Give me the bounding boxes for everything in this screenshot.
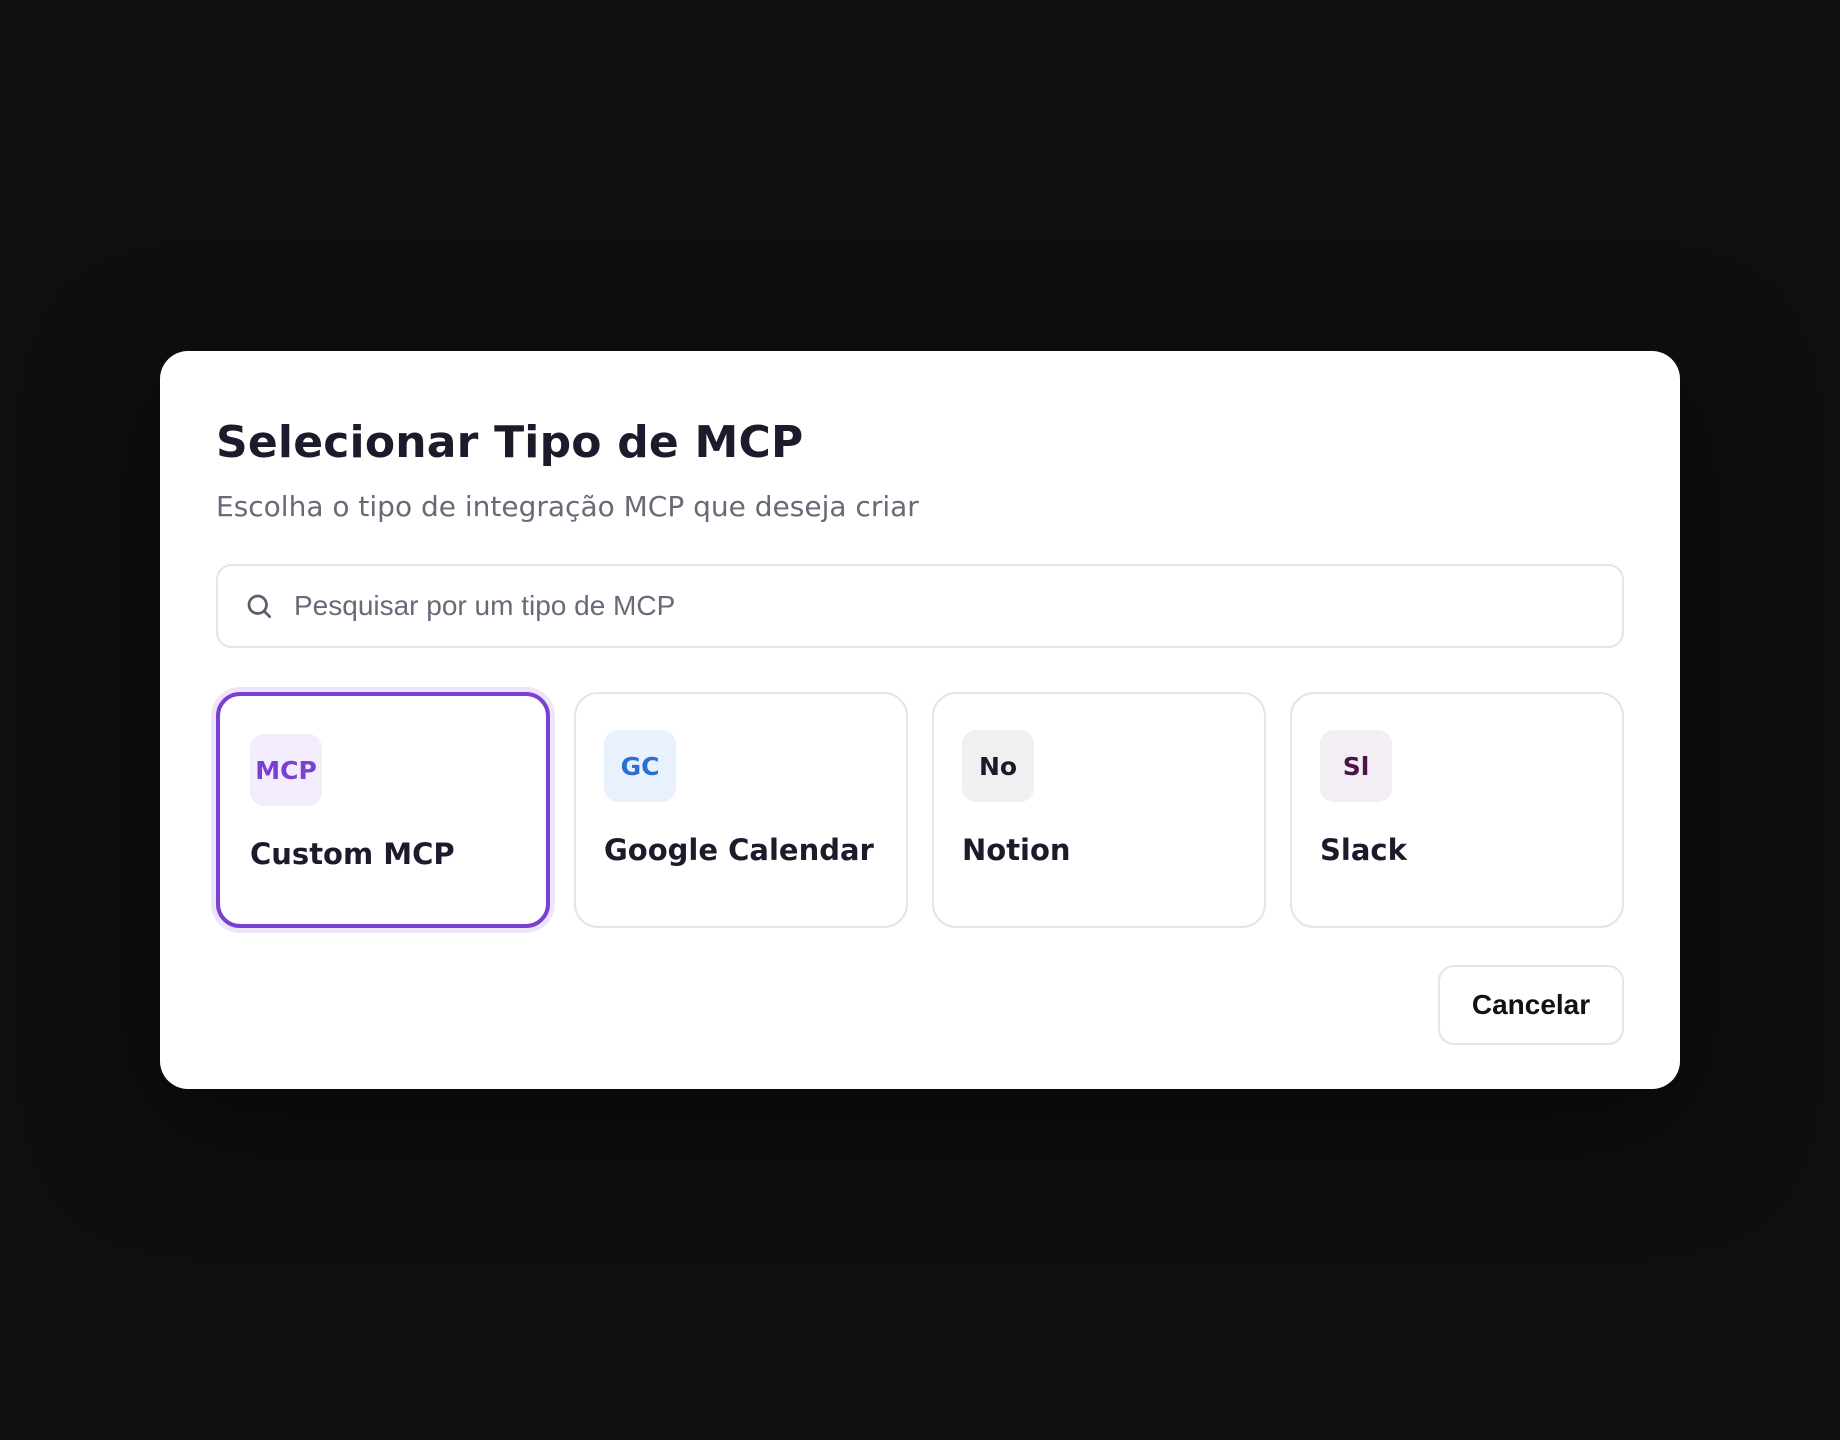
card-label: Google Calendar <box>604 833 874 867</box>
mcp-type-grid: MCP Custom MCP GC Google Calendar No Not… <box>216 692 1624 928</box>
dialog-footer: Cancelar <box>1438 965 1624 1045</box>
mcp-type-card-custom-mcp[interactable]: MCP Custom MCP <box>216 692 550 928</box>
card-label: Custom MCP <box>250 837 455 871</box>
card-label: Slack <box>1320 833 1407 867</box>
slack-badge-icon: Sl <box>1320 730 1392 802</box>
notion-badge-icon: No <box>962 730 1034 802</box>
google-calendar-badge-icon: GC <box>604 730 676 802</box>
search-icon <box>247 594 271 618</box>
select-mcp-type-dialog: Selecionar Tipo de MCP Escolha o tipo de… <box>160 351 1680 1089</box>
search-input[interactable] <box>294 590 1594 622</box>
card-label: Notion <box>962 833 1071 867</box>
mcp-type-card-notion[interactable]: No Notion <box>932 692 1266 928</box>
mcp-type-card-slack[interactable]: Sl Slack <box>1290 692 1624 928</box>
search-box[interactable] <box>216 564 1624 648</box>
dialog-subtitle: Escolha o tipo de integração MCP que des… <box>216 490 919 523</box>
cancel-button[interactable]: Cancelar <box>1438 965 1624 1045</box>
dialog-title: Selecionar Tipo de MCP <box>216 417 804 468</box>
custom-mcp-badge-icon: MCP <box>250 734 322 806</box>
mcp-type-card-google-calendar[interactable]: GC Google Calendar <box>574 692 908 928</box>
